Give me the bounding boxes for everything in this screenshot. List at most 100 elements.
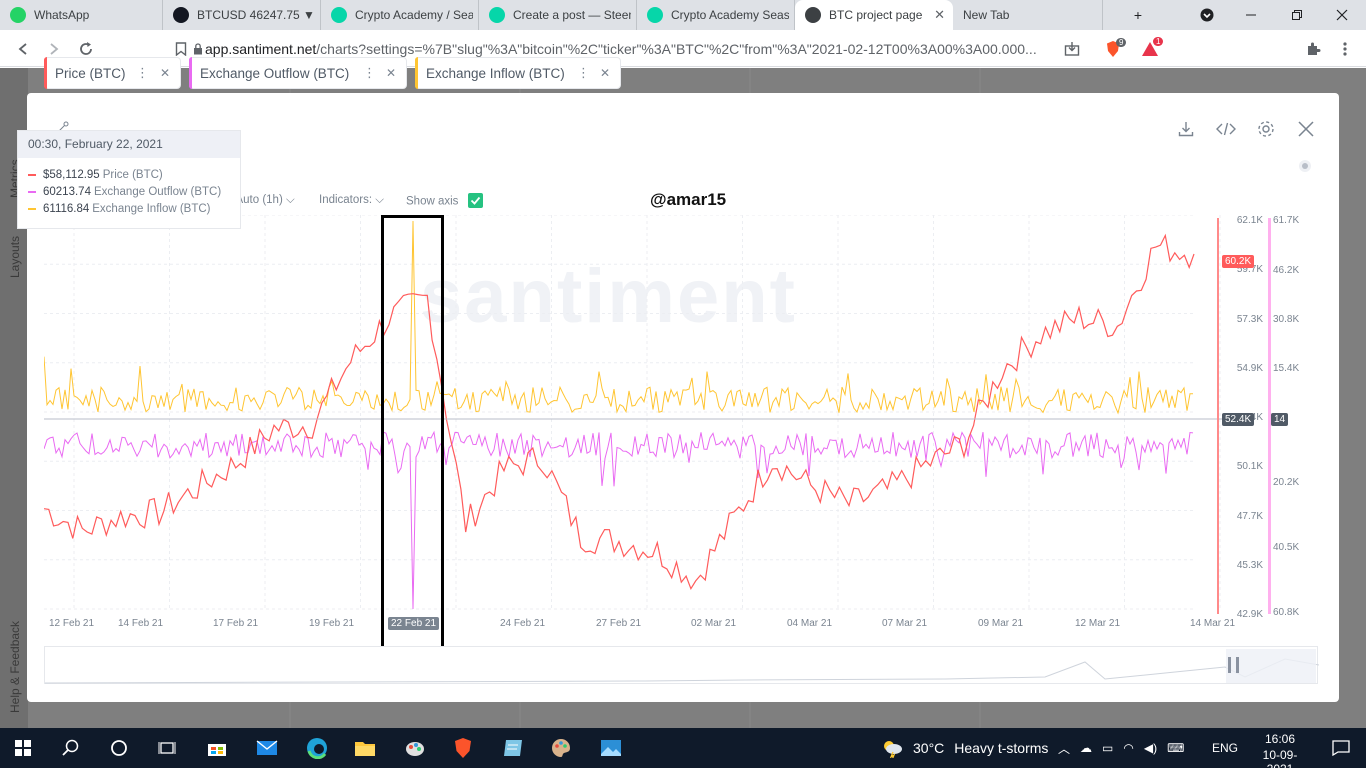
chevron-up-icon[interactable]: ︿ (1058, 740, 1070, 757)
volume-icon[interactable]: ◀) (1144, 741, 1157, 755)
more-options-icon[interactable]: ⋮ (577, 65, 590, 81)
price-axis-bar (1217, 218, 1219, 614)
cortana-icon[interactable] (96, 728, 142, 768)
browser-tab[interactable]: Create a post — Steem (479, 0, 637, 30)
metric-color-bar (44, 57, 47, 89)
metric-label: Price (BTC) (55, 65, 126, 81)
browser-tab[interactable]: Crypto Academy Seaso (637, 0, 795, 30)
back-icon[interactable] (10, 36, 36, 62)
brave-shields-icon[interactable]: 9 (1098, 36, 1128, 62)
tooltip-row-outflow: 60213.74 Exchange Outflow (BTC) (18, 183, 240, 200)
tooltip-metric: Price (BTC) (102, 168, 163, 181)
x-tick-label: 14 Mar 21 (1190, 618, 1236, 629)
legend-dash (28, 207, 36, 210)
notes-app-icon[interactable] (490, 728, 536, 768)
new-tab-button[interactable]: + (1116, 0, 1160, 30)
whatsapp-icon (10, 7, 26, 23)
metric-color-bar (415, 57, 418, 89)
download-icon[interactable] (1174, 117, 1198, 141)
close-tab-icon[interactable]: ✕ (934, 7, 945, 23)
wifi-icon[interactable]: ◠ (1123, 741, 1133, 755)
tooltip-row-price: $58,112.95 Price (BTC) (18, 166, 240, 183)
remove-metric-icon[interactable]: ✕ (386, 66, 396, 80)
network-icon[interactable]: ▭ (1102, 741, 1113, 755)
crosshair-volume-badge: 14 (1271, 413, 1289, 426)
windows-start-icon[interactable] (0, 728, 46, 768)
clock-time: 16:06 (1264, 732, 1296, 746)
restore-icon[interactable] (1275, 0, 1319, 30)
browser-tab[interactable]: New Tab (953, 0, 1103, 30)
x-tick-label: 27 Feb 21 (596, 618, 642, 629)
settings-gear-icon[interactable] (1254, 117, 1278, 141)
photos-app-icon[interactable] (588, 728, 634, 768)
weather-widget[interactable]: 30°C Heavy t-storms (880, 728, 1048, 768)
storm-cloud-icon (884, 741, 902, 758)
santiment-icon (805, 7, 821, 23)
y-tick-label-right: 61.7K (1273, 215, 1300, 226)
file-explorer-icon[interactable] (342, 728, 388, 768)
layouts-tab[interactable]: Layouts (8, 236, 22, 278)
metric-chip-inflow[interactable]: Exchange Inflow (BTC) ⋮ ✕ (415, 57, 621, 89)
y-tick-label-right: 30.8K (1273, 314, 1300, 325)
menu-icon[interactable] (1332, 36, 1358, 62)
metric-chip-price[interactable]: Price (BTC) ⋮ ✕ (44, 57, 181, 89)
edge-icon[interactable] (294, 728, 340, 768)
search-icon[interactable] (48, 728, 94, 768)
mail-icon[interactable] (244, 728, 290, 768)
metric-chip-outflow[interactable]: Exchange Outflow (BTC) ⋮ ✕ (189, 57, 407, 89)
show-axis-toggle[interactable]: Show axis (406, 193, 483, 209)
y-tick-label-left: 45.3K (1236, 559, 1263, 571)
crosshair-value-badge: 52.4K (1222, 413, 1255, 426)
browser-tab[interactable]: BTC project page ✕ (795, 0, 953, 30)
tab-search-icon[interactable] (1185, 0, 1229, 30)
y-tick-label-right: 15.4K (1273, 363, 1300, 374)
more-options-icon[interactable]: ⋮ (136, 65, 149, 81)
remove-metric-icon[interactable]: ✕ (160, 66, 170, 80)
brave-rewards-icon[interactable]: 1 (1135, 36, 1165, 62)
steemit-icon (489, 7, 505, 23)
install-app-icon[interactable] (1059, 36, 1085, 62)
store-icon[interactable] (194, 728, 240, 768)
weather-temp: 30°C (913, 740, 945, 756)
range-navigator[interactable] (44, 646, 1319, 684)
notification-center-icon[interactable] (1318, 728, 1364, 768)
y-tick-label-right: 20.2K (1273, 477, 1300, 488)
onedrive-icon[interactable]: ☁ (1080, 741, 1092, 755)
y-tick-label-right: 60.8K (1273, 607, 1300, 618)
new-tab-label: + (1133, 7, 1143, 23)
y-tick-label-left: 57.3K (1236, 313, 1263, 325)
help-feedback-tab[interactable]: Help & Feedback (8, 621, 22, 713)
tooltip-metric: Exchange Outflow (BTC) (93, 185, 222, 198)
browser-tab[interactable]: Crypto Academy / Sea (321, 0, 479, 30)
minimize-icon[interactable] (1229, 0, 1273, 30)
tradingview-icon (173, 7, 189, 23)
browser-tab[interactable]: BTCUSD 46247.75 ▼ −0 (163, 0, 321, 30)
paint-palette-icon[interactable] (538, 728, 584, 768)
tooltip-date: 00:30, February 22, 2021 (18, 131, 240, 158)
task-view-icon[interactable] (144, 728, 190, 768)
exchange-outflow-line (44, 430, 1194, 610)
close-window-icon[interactable] (1320, 0, 1364, 30)
clock[interactable]: 16:06 10-09-2021 (1250, 730, 1310, 776)
tooltip-value: 61116.84 (43, 202, 90, 215)
x-tick-label: 04 Mar 21 (787, 618, 833, 629)
chart-canvas[interactable] (44, 215, 1224, 615)
tab-label: Crypto Academy Seaso (671, 8, 789, 22)
tooltip-metric: Exchange Inflow (BTC) (92, 202, 211, 215)
paint-app-icon[interactable] (392, 728, 438, 768)
keyboard-icon[interactable]: ⌨ (1167, 741, 1184, 755)
browser-tab[interactable]: WhatsApp (0, 0, 163, 30)
recording-dot-icon[interactable] (1293, 154, 1317, 178)
checkbox-checked-icon[interactable] (467, 193, 483, 208)
close-modal-icon[interactable] (1294, 117, 1318, 141)
language-indicator[interactable]: ENG (1212, 728, 1238, 768)
x-tick-label: 09 Mar 21 (978, 618, 1024, 629)
brave-browser-icon[interactable] (440, 728, 486, 768)
more-options-icon[interactable]: ⋮ (363, 65, 376, 81)
remove-metric-icon[interactable]: ✕ (600, 66, 610, 80)
chart-tooltip: 00:30, February 22, 2021 $58,112.95 Price… (17, 130, 241, 229)
embed-code-icon[interactable] (1214, 117, 1238, 141)
tab-label: New Tab (963, 8, 1010, 22)
extensions-icon[interactable] (1300, 36, 1326, 62)
indicators-dropdown[interactable]: Indicators: ⌵ (319, 194, 384, 207)
